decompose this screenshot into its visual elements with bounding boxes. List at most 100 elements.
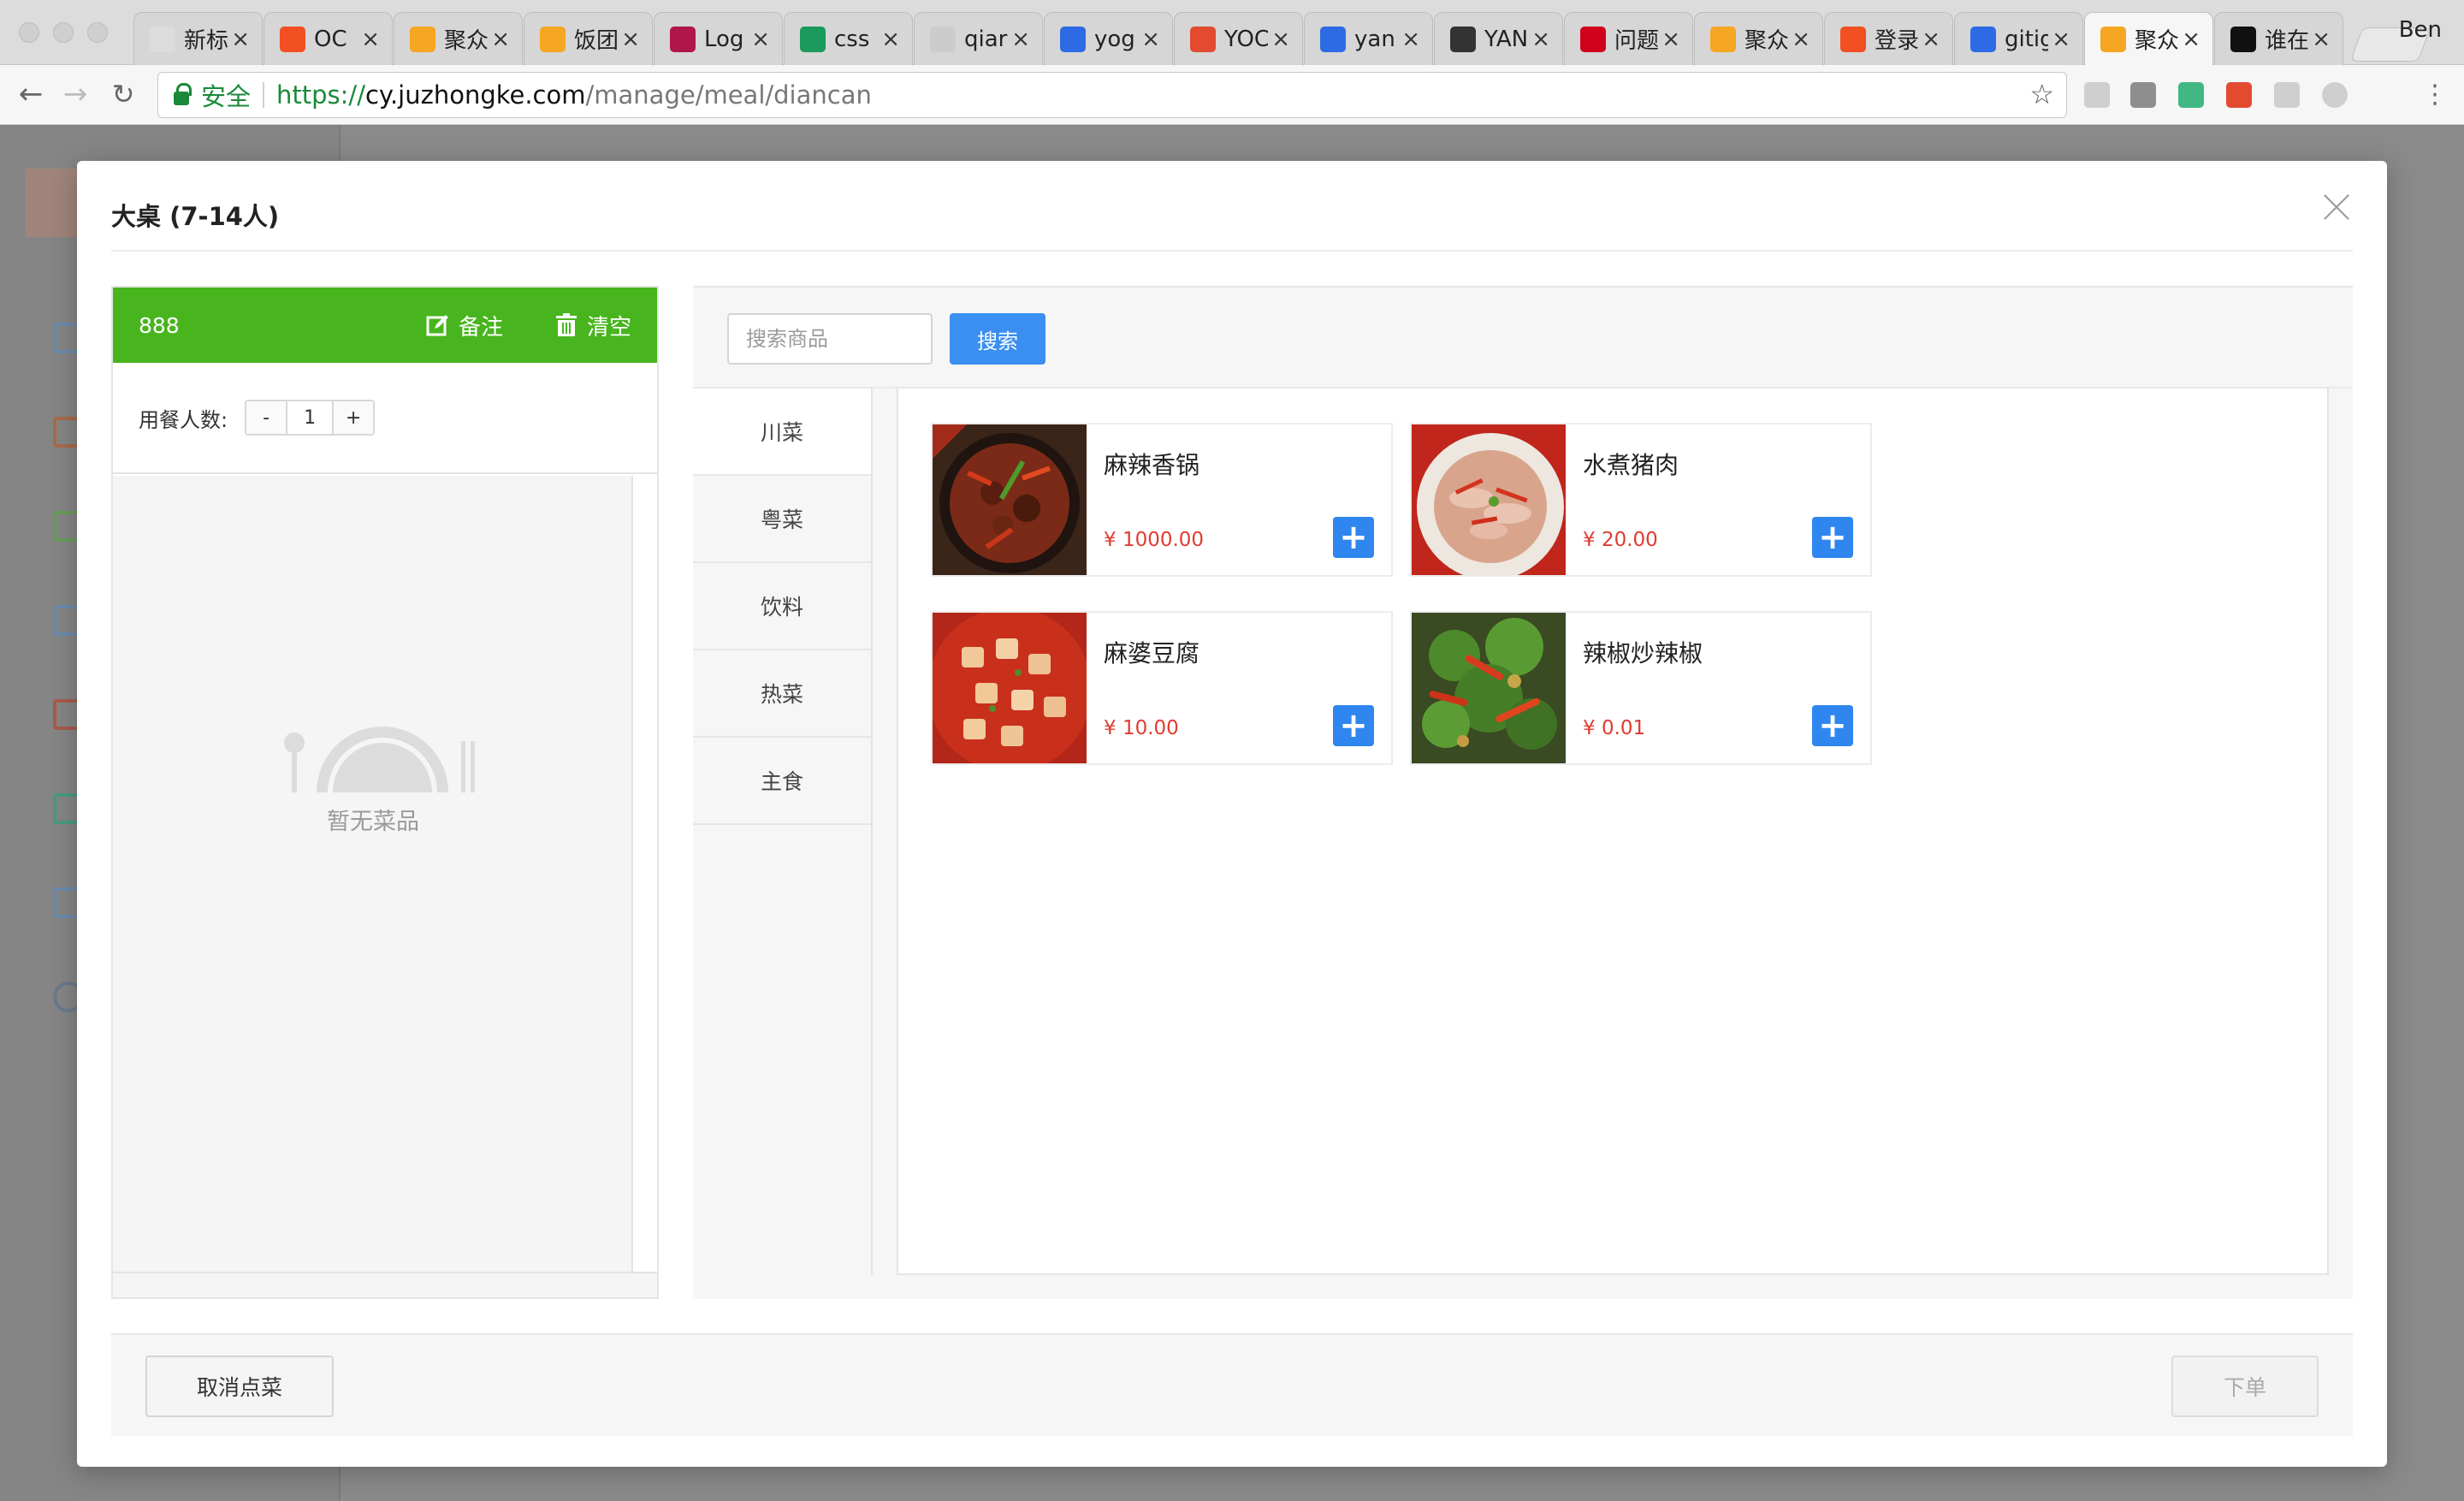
tab-close-icon[interactable]: × (1271, 27, 1290, 52)
browser-tab[interactable]: yan × (1304, 12, 1433, 65)
tab-close-icon[interactable]: × (2052, 27, 2070, 52)
menu-panel: 搜索 川菜粤菜饮料热菜主食 麻辣香锅 ¥ 1000.00 + 水煮猪肉 ¥ 20.00 +… (693, 286, 2353, 1299)
bookmark-star-icon[interactable]: ☆ (2029, 78, 2054, 110)
window-maximize-icon[interactable] (87, 22, 108, 43)
diners-plus-button[interactable]: + (334, 401, 374, 434)
back-arrow-icon[interactable]: ← (12, 75, 50, 113)
modal-divider (111, 250, 2353, 252)
tab-close-icon[interactable]: × (1011, 27, 1030, 52)
extension-evernote-icon[interactable] (2130, 82, 2156, 108)
window-minimize-icon[interactable] (53, 22, 74, 43)
tab-close-icon[interactable]: × (2182, 27, 2200, 52)
dish-price: ¥ 10.00 (1104, 717, 1179, 739)
edit-icon (426, 315, 448, 336)
dish-card: 辣椒炒辣椒 ¥ 0.01 + (1410, 611, 1872, 765)
tab-close-icon[interactable]: × (1922, 27, 1940, 52)
url-host: cy.juzhongke.com (364, 80, 586, 110)
browser-tab-title: css (834, 26, 870, 52)
close-icon[interactable] (2320, 190, 2354, 224)
address-separator (263, 82, 265, 108)
gauge-icon (1580, 26, 1606, 52)
tab-close-icon[interactable]: × (1661, 27, 1680, 52)
tab-close-icon[interactable]: × (621, 27, 640, 52)
extension-tree-icon[interactable] (2370, 82, 2396, 108)
tab-close-icon[interactable]: × (751, 27, 770, 52)
category-item[interactable]: 主食 (693, 738, 871, 825)
tab-close-icon[interactable]: × (2312, 27, 2331, 52)
tab-close-icon[interactable]: × (1531, 27, 1550, 52)
clear-button[interactable]: 清空 (554, 310, 631, 341)
r-logo-icon (670, 26, 696, 52)
dish-name: 麻辣香锅 (1104, 451, 1200, 479)
search-input[interactable] (727, 313, 933, 365)
microsoft-icon (280, 26, 305, 52)
browser-tab[interactable]: 聚众 × (1694, 12, 1823, 65)
browser-tab[interactable]: 谁在 × (2214, 12, 2343, 65)
browser-tab[interactable]: gitig × (1954, 12, 2083, 65)
diners-stepper: - 1 + (245, 400, 376, 436)
browser-tab[interactable]: yog × (1044, 12, 1173, 65)
browser-tab[interactable]: OC × (264, 12, 393, 65)
diners-row: 用餐人数: - 1 + (113, 363, 657, 474)
browser-menu-icon[interactable]: ⋮ (2416, 75, 2454, 113)
browser-tab[interactable]: 问题 × (1564, 12, 1693, 65)
tab-close-icon[interactable]: × (361, 27, 380, 52)
tab-close-icon[interactable]: × (231, 27, 250, 52)
browser-profile-name[interactable]: Ben (2399, 17, 2442, 43)
diners-count[interactable]: 1 (286, 401, 335, 434)
dish-grid: 麻辣香锅 ¥ 1000.00 + 水煮猪肉 ¥ 20.00 + 麻婆豆腐 ¥ 10.00 + 辣椒… (897, 389, 2329, 1275)
tab-close-icon[interactable]: × (1401, 27, 1420, 52)
browser-tab[interactable]: 登录 × (1824, 12, 1953, 65)
microsoft-icon (1840, 26, 1866, 52)
browser-tab[interactable]: 聚众 × (394, 12, 523, 65)
browser-tab[interactable]: YAN × (1434, 12, 1563, 65)
category-item[interactable]: 粤菜 (693, 476, 871, 563)
dish-card: 麻婆豆腐 ¥ 10.00 + (931, 611, 1393, 765)
add-dish-button[interactable]: + (1333, 705, 1374, 746)
search-button[interactable]: 搜索 (950, 313, 1045, 365)
diners-minus-button[interactable]: - (246, 401, 287, 434)
browser-tab[interactable]: qiar × (914, 12, 1043, 65)
forward-arrow-icon[interactable]: → (56, 75, 94, 113)
cancel-order-button[interactable]: 取消点菜 (145, 1356, 334, 1417)
extension-qr-icon[interactable] (2274, 82, 2300, 108)
browser-tab[interactable]: 饭团 × (524, 12, 653, 65)
tab-close-icon[interactable]: × (1141, 27, 1160, 52)
extension-fe-icon[interactable] (2226, 82, 2252, 108)
browser-tab-bar: 新标签×OC×聚众×饭团×Log×css×qiar×yog×YOC×yan×YA… (0, 0, 2464, 65)
address-bar[interactable]: 安全 https:// cy.juzhongke.com /manage/mea… (157, 72, 2067, 118)
category-item[interactable]: 饮料 (693, 563, 871, 650)
extension-vue-icon[interactable] (2178, 82, 2204, 108)
tab-close-icon[interactable]: × (1792, 27, 1810, 52)
baidu-paw-icon (1970, 26, 1996, 52)
document-icon (930, 26, 956, 52)
place-order-button[interactable]: 下单 (2171, 1356, 2319, 1417)
category-item[interactable]: 热菜 (693, 650, 871, 738)
browser-tab[interactable]: Log × (654, 12, 783, 65)
note-button[interactable]: 备注 (426, 310, 503, 341)
browser-tab[interactable]: 聚众 × (2084, 12, 2213, 65)
modal-title: 大桌 (7-14人) (111, 202, 280, 231)
table-number: 888 (139, 312, 180, 338)
browser-tab[interactable]: css × (784, 12, 913, 65)
add-dish-button[interactable]: + (1333, 517, 1374, 558)
tab-close-icon[interactable]: × (491, 27, 510, 52)
browser-tab[interactable]: YOC × (1174, 12, 1303, 65)
reload-icon[interactable]: ↻ (104, 75, 142, 113)
browser-tab[interactable]: 新标签× (133, 12, 263, 65)
add-dish-button[interactable]: + (1812, 705, 1853, 746)
window-close-icon[interactable] (19, 22, 39, 43)
browser-tab-title: qiar (964, 26, 1008, 52)
extension-circle-icon[interactable] (2322, 82, 2348, 108)
cart-scrollbar[interactable] (113, 1272, 657, 1297)
order-modal: 大桌 (7-14人) 888 备注 清空 用餐人数: - 1 + 暂无菜品 搜索… (77, 161, 2387, 1467)
add-dish-button[interactable]: + (1812, 517, 1853, 558)
trash-icon (555, 313, 577, 336)
dish-price: ¥ 0.01 (1583, 717, 1646, 739)
category-item[interactable]: 川菜 (693, 389, 871, 476)
tab-close-icon[interactable]: × (881, 27, 900, 52)
extension-reader-icon[interactable] (2084, 82, 2110, 108)
dish-photo (1412, 424, 1566, 575)
github-icon (2230, 26, 2256, 52)
dish-grid-scrollbar[interactable] (2331, 389, 2353, 1275)
